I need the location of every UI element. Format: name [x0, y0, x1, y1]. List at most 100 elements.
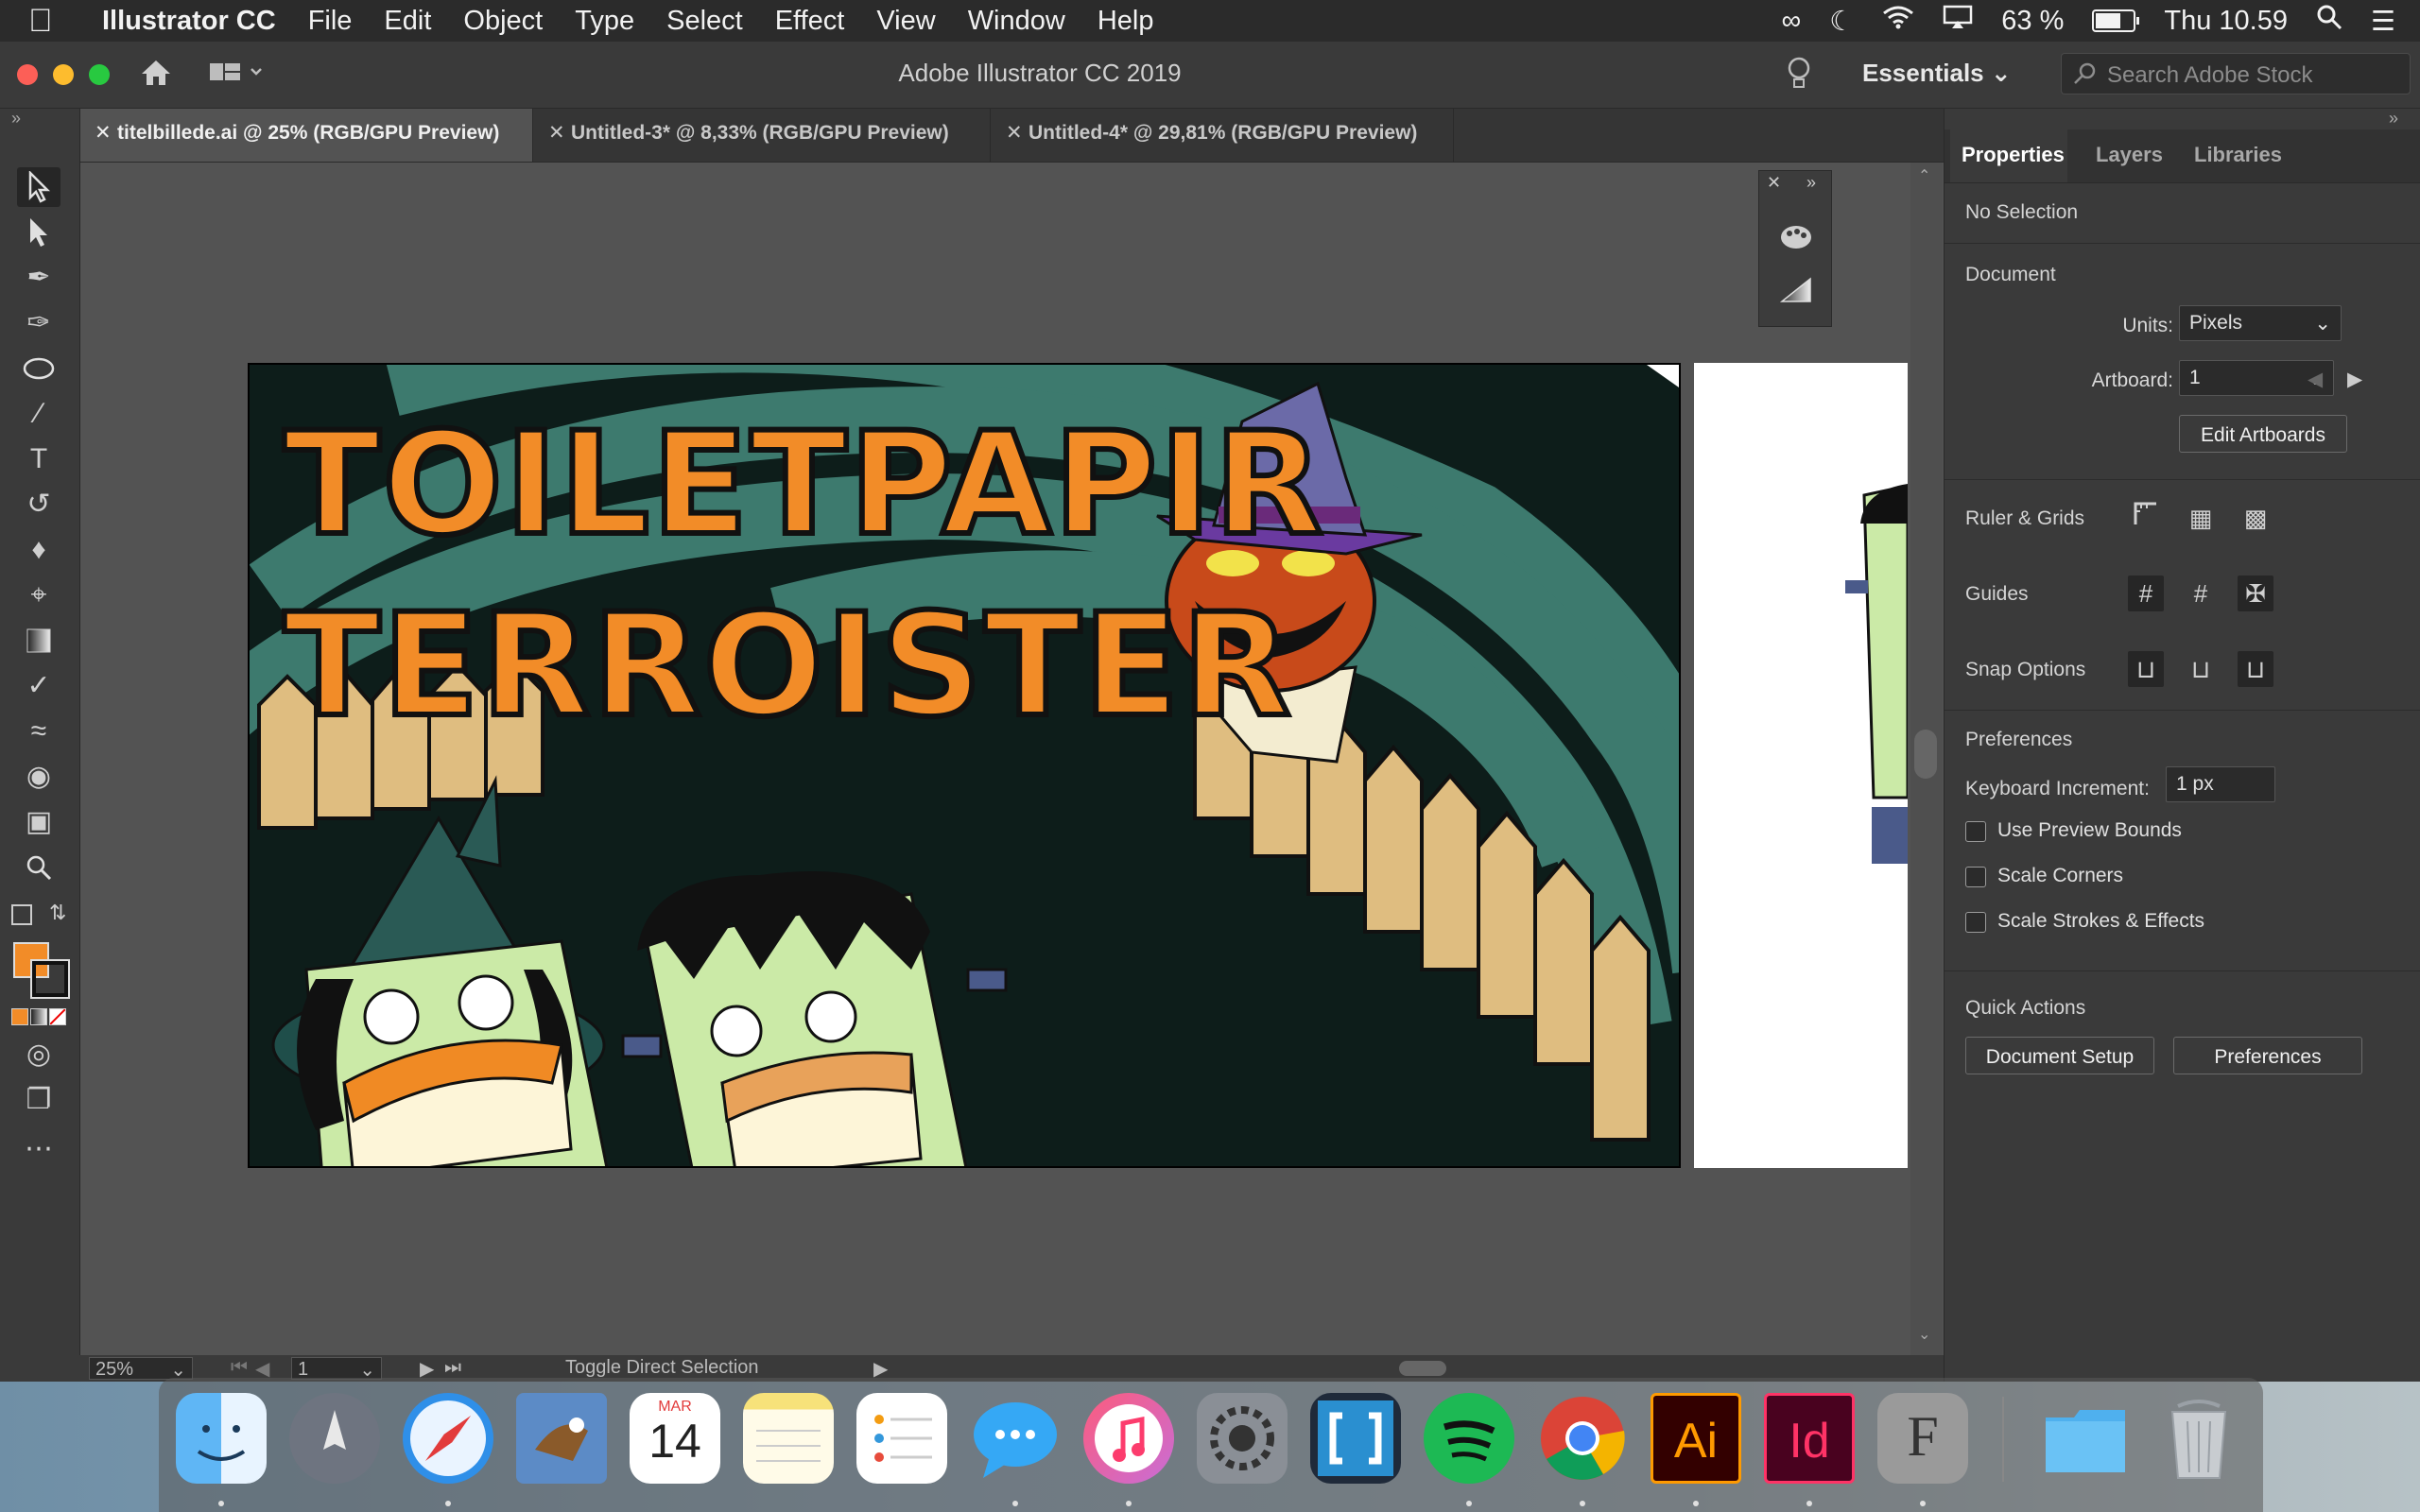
launchpad-icon[interactable]: [289, 1393, 380, 1484]
gradient-tool-icon[interactable]: [17, 621, 60, 661]
snap-to-pixel-icon[interactable]: ⊔: [2183, 651, 2219, 687]
gradient-panel-icon[interactable]: [1778, 275, 1814, 305]
lasso-tool-icon[interactable]: ⌖: [17, 576, 60, 615]
snap-to-point-icon[interactable]: ⊔: [2128, 651, 2164, 687]
tab-untitled-4[interactable]: ✕ Untitled-4* @ 29,81% (RGB/GPU Preview): [991, 109, 1454, 162]
rulers-icon[interactable]: [2128, 500, 2164, 536]
vertical-scrollbar[interactable]: ⌃ ⌄: [1910, 163, 1943, 1355]
vertical-scroll-thumb[interactable]: [1914, 730, 1937, 779]
reminders-icon[interactable]: [856, 1393, 947, 1484]
mail-icon[interactable]: [516, 1393, 607, 1484]
smart-guides-icon[interactable]: ✠: [2238, 576, 2273, 611]
calendar-icon[interactable]: MAR 14: [630, 1393, 720, 1484]
brackets-icon[interactable]: [1310, 1393, 1401, 1484]
last-artboard-icon[interactable]: ⏭: [444, 1357, 461, 1379]
scale-corners-checkbox[interactable]: [1965, 867, 1986, 887]
shape-builder-tool-icon[interactable]: ◉: [17, 757, 60, 797]
direct-selection-tool-icon[interactable]: [17, 213, 60, 252]
color-mode-icon[interactable]: [11, 1008, 28, 1025]
night-shift-icon[interactable]: ☾: [1829, 5, 1854, 38]
workspace-switcher[interactable]: Essentials ⌄: [1862, 59, 2012, 88]
artboard-navigation-dropdown[interactable]: 1 ⌄: [291, 1357, 382, 1381]
spotify-icon[interactable]: [1424, 1393, 1514, 1484]
menu-view[interactable]: View: [876, 6, 935, 37]
preferences-button[interactable]: Preferences: [2173, 1037, 2362, 1074]
lock-guides-icon[interactable]: #: [2183, 576, 2219, 611]
safari-icon[interactable]: [403, 1393, 493, 1484]
menu-app-name[interactable]: Illustrator CC: [102, 6, 276, 37]
collapse-panel-icon[interactable]: »: [2389, 109, 2398, 129]
menu-help[interactable]: Help: [1098, 6, 1154, 37]
messages-icon[interactable]: [970, 1393, 1061, 1484]
expand-panel-icon[interactable]: »: [1806, 173, 1816, 193]
snap-to-glyph-icon[interactable]: ⊔: [2238, 651, 2273, 687]
previous-artboard-icon[interactable]: ◀: [2308, 368, 2323, 391]
pen-tool-icon[interactable]: ✒: [17, 258, 60, 298]
tab-untitled-3[interactable]: ✕ Untitled-3* @ 8,33% (RGB/GPU Preview): [533, 109, 991, 162]
illustrator-icon[interactable]: Ai: [1651, 1393, 1741, 1484]
close-panel-icon[interactable]: ✕: [1767, 173, 1781, 193]
color-guide-icon[interactable]: [1778, 222, 1814, 252]
blend-tool-icon[interactable]: ≈: [17, 712, 60, 751]
menu-select[interactable]: Select: [666, 6, 743, 37]
battery-icon[interactable]: [2092, 9, 2140, 32]
artboard-tool-icon[interactable]: ▣: [17, 802, 60, 842]
use-preview-bounds-checkbox[interactable]: [1965, 821, 1986, 842]
artboard-main[interactable]: TOILETPAPIR TERROISTER: [248, 363, 1681, 1168]
drawing-modes-icon[interactable]: ◎: [17, 1035, 60, 1074]
notes-icon[interactable]: [743, 1393, 834, 1484]
notification-center-icon[interactable]: ☰: [2371, 5, 2395, 38]
system-preferences-icon[interactable]: [1197, 1393, 1288, 1484]
scroll-down-icon[interactable]: ⌄: [1918, 1325, 1930, 1344]
none-mode-icon[interactable]: [49, 1008, 66, 1025]
tab-titelbillede[interactable]: ✕ titelbillede.ai @ 25% (RGB/GPU Preview): [79, 109, 533, 162]
scroll-up-icon[interactable]: ⌃: [1918, 166, 1930, 185]
battery-percent[interactable]: 63 %: [2001, 6, 2064, 37]
font-book-icon[interactable]: F: [1877, 1393, 1968, 1484]
airplay-icon[interactable]: [1943, 5, 1973, 37]
grid-icon[interactable]: ▦: [2183, 500, 2219, 536]
document-setup-button[interactable]: Document Setup: [1965, 1037, 2154, 1074]
eyedropper-tool-icon[interactable]: ✓: [17, 666, 60, 706]
trash-icon[interactable]: [2153, 1393, 2244, 1484]
menu-edit[interactable]: Edit: [384, 6, 431, 37]
clock[interactable]: Thu 10.59: [2164, 6, 2288, 37]
artboard-secondary[interactable]: [1694, 363, 1908, 1168]
chrome-icon[interactable]: [1537, 1393, 1628, 1484]
indesign-icon[interactable]: Id: [1764, 1393, 1855, 1484]
paintbrush-tool-icon[interactable]: ∕: [17, 394, 60, 434]
tab-libraries[interactable]: Libraries: [2194, 143, 2282, 167]
lightbulb-icon[interactable]: [1787, 57, 1811, 95]
edit-toolbar-icon[interactable]: ⋯: [17, 1129, 60, 1169]
eraser-tool-icon[interactable]: ♦: [17, 530, 60, 570]
curvature-tool-icon[interactable]: ✑: [17, 303, 60, 343]
menu-window[interactable]: Window: [968, 6, 1065, 37]
rotate-tool-icon[interactable]: ↺: [17, 485, 60, 524]
gradient-mode-icon[interactable]: [30, 1008, 47, 1025]
close-tab-icon[interactable]: ✕: [548, 121, 565, 145]
edit-artboards-button[interactable]: Edit Artboards: [2179, 415, 2347, 453]
default-fill-stroke-icon[interactable]: [11, 904, 32, 925]
collapse-toolbar-icon[interactable]: »: [11, 109, 21, 129]
units-dropdown[interactable]: Pixels ⌄: [2179, 305, 2342, 341]
applications-folder-icon[interactable]: [2040, 1393, 2131, 1484]
swap-fill-stroke-icon[interactable]: ⇅: [49, 901, 66, 925]
show-guides-icon[interactable]: #: [2128, 576, 2164, 611]
transparency-grid-icon[interactable]: ▩: [2238, 500, 2273, 536]
finder-icon[interactable]: [176, 1393, 267, 1484]
next-artboard-icon[interactable]: ▶: [2347, 368, 2362, 391]
spotlight-search-icon[interactable]: [2316, 4, 2342, 38]
close-tab-icon[interactable]: ✕: [95, 121, 112, 145]
type-tool-icon[interactable]: T: [17, 439, 60, 479]
menu-file[interactable]: File: [308, 6, 353, 37]
ellipse-tool-icon[interactable]: [17, 349, 60, 388]
wifi-icon[interactable]: [1882, 5, 1914, 37]
first-artboard-icon[interactable]: ⏮: [231, 1357, 248, 1379]
scale-strokes-effects-checkbox[interactable]: [1965, 912, 1986, 933]
itunes-icon[interactable]: [1083, 1393, 1174, 1484]
screen-mode-icon[interactable]: ❐: [17, 1080, 60, 1120]
selection-tool-icon[interactable]: [17, 167, 60, 207]
tab-layers[interactable]: Layers: [2096, 143, 2163, 167]
search-adobe-stock-input[interactable]: Search Adobe Stock: [2061, 53, 2411, 94]
apple-logo-icon[interactable]: : [28, 3, 79, 40]
